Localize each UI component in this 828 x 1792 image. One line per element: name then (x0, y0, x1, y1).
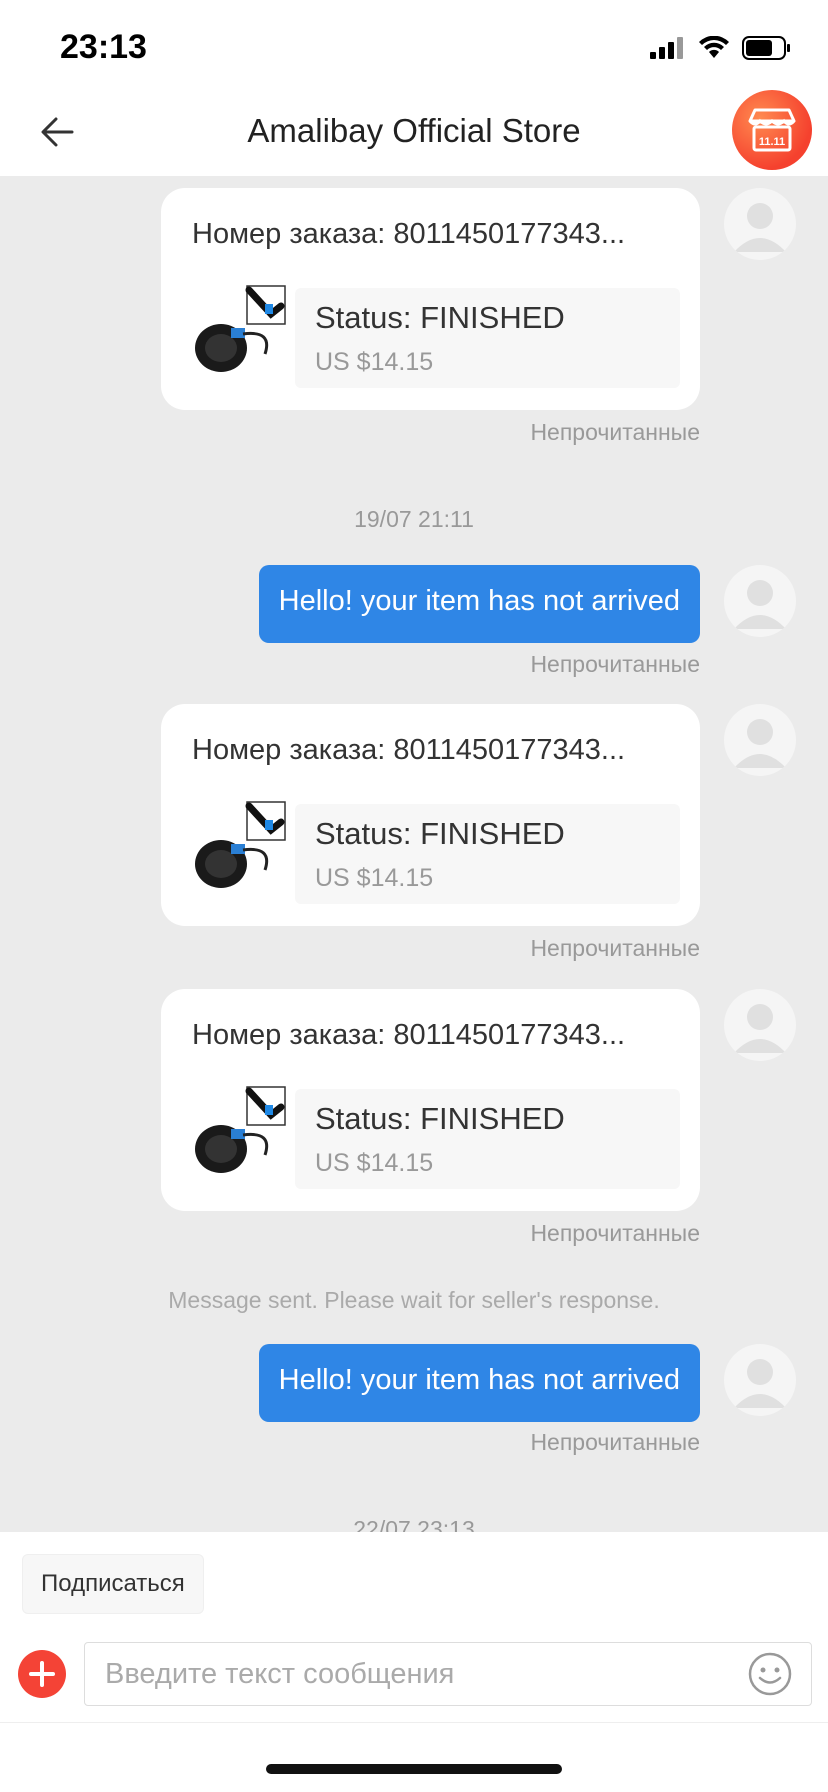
avatar[interactable] (724, 188, 796, 260)
message-input-box (84, 1642, 812, 1706)
product-thumbnail (195, 1086, 286, 1173)
message-input[interactable] (85, 1643, 725, 1705)
order-price: US $14.15 (315, 348, 434, 376)
unread-label: Непрочитанные (530, 1429, 700, 1455)
wifi-icon (699, 36, 729, 58)
chat-header: Amalibay Official Store 11.11 (0, 90, 828, 176)
composer-area: Подписаться (0, 1532, 828, 1792)
user-avatar-icon (734, 580, 786, 629)
avatar[interactable] (724, 565, 796, 637)
product-thumbnail (195, 801, 286, 888)
system-message: Message sent. Please wait for seller's r… (168, 1287, 660, 1313)
chat-area[interactable]: Номер заказа: 8011450177343... Status: F… (0, 176, 828, 1532)
plus-icon (29, 1661, 55, 1687)
unread-label: Непрочитанные (530, 419, 700, 445)
store-icon: 11.11 (748, 108, 796, 152)
status-time: 23:13 (60, 28, 147, 66)
order-number: Номер заказа: 8011450177343... (192, 218, 626, 250)
message-timestamp: 19/07 21:11 (354, 506, 474, 532)
user-avatar-icon (734, 203, 786, 252)
avatar[interactable] (724, 1344, 796, 1416)
user-avatar-icon (734, 1359, 786, 1408)
store-button[interactable]: 11.11 (732, 90, 812, 170)
order-price: US $14.15 (315, 1149, 434, 1177)
message-bubble[interactable]: Hello! your item has not arrived (258, 565, 700, 643)
message-bubble[interactable]: Hello! your item has not arrived (258, 1344, 700, 1422)
order-status-box: Status: FINISHED US $14.15 (295, 288, 680, 388)
order-card[interactable]: Номер заказа: 8011450177343... Status: F… (161, 704, 700, 926)
subscribe-button[interactable]: Подписаться (22, 1554, 204, 1614)
home-indicator[interactable] (266, 1764, 562, 1774)
unread-label: Непрочитанные (530, 651, 700, 677)
svg-text:11.11: 11.11 (759, 136, 785, 148)
order-status: Status: FINISHED (315, 1101, 565, 1136)
unread-label: Непрочитанные (530, 1220, 700, 1246)
unread-label: Непрочитанные (530, 935, 700, 961)
signal-icon (650, 37, 683, 59)
emoji-icon[interactable] (747, 1651, 793, 1697)
avatar[interactable] (724, 989, 796, 1061)
divider (0, 1722, 828, 1723)
order-number: Номер заказа: 8011450177343... (192, 1019, 626, 1051)
order-price: US $14.15 (315, 864, 434, 892)
order-card[interactable]: Номер заказа: 8011450177343... Status: F… (161, 989, 700, 1211)
add-attachment-button[interactable] (18, 1650, 66, 1698)
battery-icon (742, 36, 790, 60)
status-bar: 23:13 (0, 0, 828, 100)
user-avatar-icon (734, 1004, 786, 1053)
order-status: Status: FINISHED (315, 816, 565, 851)
order-status-box: Status: FINISHED US $14.15 (295, 1089, 680, 1189)
order-number: Номер заказа: 8011450177343... (192, 734, 626, 766)
order-status-box: Status: FINISHED US $14.15 (295, 804, 680, 904)
user-avatar-icon (734, 719, 786, 768)
status-icons (650, 36, 792, 60)
page-title: Amalibay Official Store (247, 112, 581, 149)
product-thumbnail (195, 285, 286, 372)
order-card[interactable]: Номер заказа: 8011450177343... Status: F… (161, 188, 700, 410)
message-timestamp: 22/07 23:13 (353, 1516, 475, 1532)
order-status: Status: FINISHED (315, 300, 565, 335)
avatar[interactable] (724, 704, 796, 776)
